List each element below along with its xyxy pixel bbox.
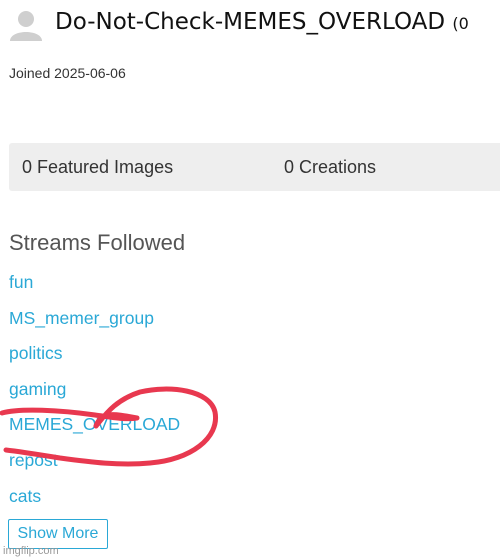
stream-link-repost[interactable]: repost (9, 448, 180, 484)
stats-bar: 0 Featured Images 0 Creations (9, 143, 500, 191)
stream-item: MS_memer_group (9, 306, 180, 342)
imgflip-watermark: imgflip.com (3, 545, 59, 557)
stream-item: fun (9, 270, 180, 306)
stream-link-ms-memer-group[interactable]: MS_memer_group (9, 306, 180, 342)
stream-item: cats (9, 484, 180, 520)
stream-link-cats[interactable]: cats (9, 484, 180, 520)
streams-list: fun MS_memer_group politics gaming MEMES… (9, 270, 180, 519)
joined-date: Joined 2025-06-06 (9, 65, 126, 81)
stream-item: politics (9, 341, 180, 377)
stream-item: repost (9, 448, 180, 484)
stream-item: MEMES_OVERLOAD (9, 412, 180, 448)
stream-item: gaming (9, 377, 180, 413)
user-avatar-icon (10, 11, 42, 41)
points-fragment: (0 (452, 14, 469, 33)
profile-username: Do-Not-Check-MEMES_OVERLOAD (0 (55, 9, 469, 35)
featured-images-count[interactable]: 0 Featured Images (22, 157, 173, 178)
creations-count[interactable]: 0 Creations (284, 157, 376, 178)
stream-link-politics[interactable]: politics (9, 341, 180, 377)
stream-link-gaming[interactable]: gaming (9, 377, 180, 413)
username-text: Do-Not-Check-MEMES_OVERLOAD (55, 9, 446, 35)
stream-link-memes-overload[interactable]: MEMES_OVERLOAD (9, 412, 180, 448)
streams-followed-title: Streams Followed (9, 230, 186, 255)
stream-link-fun[interactable]: fun (9, 270, 180, 306)
